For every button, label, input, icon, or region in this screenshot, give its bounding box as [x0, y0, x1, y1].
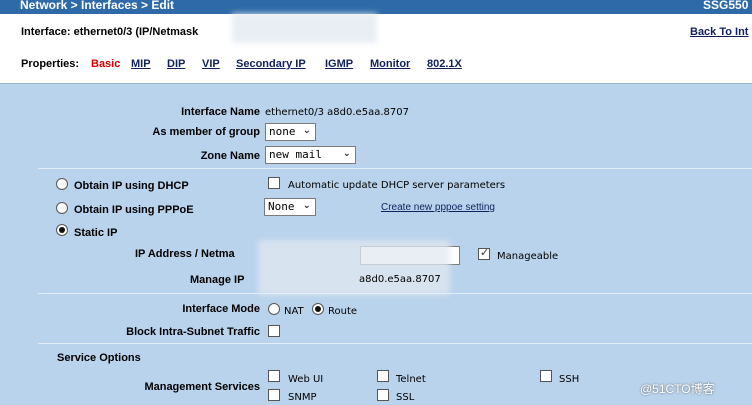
- member-group-select[interactable]: none ⌄: [265, 123, 316, 141]
- tab-secondary-ip[interactable]: Secondary IP: [236, 58, 306, 70]
- mode-nat-label: NAT: [284, 306, 304, 317]
- title-bar: Network > Interfaces > Edit SSG550: [0, 0, 752, 14]
- dhcp-auto-update-checkbox[interactable]: [268, 177, 280, 189]
- zone-name-value: new mail: [269, 148, 322, 161]
- watermark: @51CTO博客: [640, 382, 715, 396]
- tab-basic[interactable]: Basic: [91, 58, 120, 70]
- member-group-label: As member of group: [152, 126, 260, 138]
- manageable-checkbox[interactable]: [478, 246, 490, 260]
- properties-label: Properties:: [21, 58, 80, 70]
- tab-mip[interactable]: MIP: [131, 58, 151, 70]
- interface-name-value: ethernet0/3 a8d0.e5aa.8707: [265, 107, 409, 118]
- tab-vip[interactable]: VIP: [202, 58, 220, 70]
- mode-route-label: Route: [328, 306, 358, 317]
- chevron-down-icon: ⌄: [302, 125, 311, 136]
- zone-name-label: Zone Name: [200, 150, 260, 162]
- snmp-checkbox[interactable]: [268, 389, 280, 401]
- telnet-label: Telnet: [396, 374, 426, 385]
- management-services-label: Management Services: [144, 381, 260, 393]
- webui-label: Web UI: [288, 374, 324, 385]
- pppoe-value: None: [268, 200, 295, 213]
- webui-checkbox[interactable]: [268, 370, 280, 382]
- chevron-down-icon: ⌄: [302, 200, 311, 211]
- interface-title: Interface: ethernet0/3 (IP/Netmask: [21, 26, 199, 38]
- device-model: SSG550: [703, 0, 749, 12]
- section-divider: [38, 293, 752, 294]
- dhcp-label: Obtain IP using DHCP: [74, 180, 189, 192]
- breadcrumb: Network > Interfaces > Edit: [20, 0, 175, 12]
- tab-dip[interactable]: DIP: [167, 58, 185, 70]
- mode-route-radio[interactable]: [312, 303, 324, 315]
- manage-ip-label: Manage IP: [190, 274, 245, 286]
- tab-8021x[interactable]: 802.1X: [427, 58, 462, 70]
- interface-mode-label: Interface Mode: [182, 303, 260, 315]
- member-group-value: none: [269, 125, 296, 138]
- redacted-ip-mask: [232, 13, 377, 43]
- tab-igmp[interactable]: IGMP: [325, 58, 353, 70]
- static-ip-label: Static IP: [74, 227, 118, 239]
- ip-address-label: IP Address / Netma: [135, 248, 235, 260]
- section-divider: [38, 168, 752, 169]
- manage-ip-value: a8d0.e5aa.8707: [359, 274, 441, 285]
- ssh-checkbox[interactable]: [540, 370, 552, 382]
- tab-monitor[interactable]: Monitor: [370, 58, 410, 70]
- ssl-label: SSL: [396, 392, 415, 403]
- snmp-label: SNMP: [288, 392, 317, 403]
- mode-nat-radio[interactable]: [268, 303, 280, 315]
- dhcp-radio[interactable]: [56, 178, 68, 190]
- pppoe-radio[interactable]: [56, 202, 68, 214]
- manageable-label: Manageable: [497, 251, 559, 262]
- ssl-checkbox[interactable]: [377, 389, 389, 401]
- chevron-down-icon: ⌄: [342, 148, 351, 159]
- interface-name-label: Interface Name: [181, 106, 260, 118]
- zone-name-select[interactable]: new mail ⌄: [265, 146, 356, 164]
- block-intra-subnet-checkbox[interactable]: [268, 325, 280, 337]
- service-options-heading: Service Options: [57, 352, 141, 364]
- telnet-checkbox[interactable]: [377, 370, 389, 382]
- section-divider: [38, 343, 752, 344]
- create-pppoe-link[interactable]: Create new pppoe setting: [381, 202, 495, 213]
- pppoe-select[interactable]: None ⌄: [264, 198, 316, 216]
- ssh-label: SSH: [559, 374, 580, 385]
- redacted-ip-address: [258, 240, 450, 295]
- block-intra-subnet-label: Block Intra-Subnet Traffic: [126, 326, 260, 338]
- dhcp-auto-update-label: Automatic update DHCP server parameters: [288, 180, 506, 191]
- back-to-interfaces-link[interactable]: Back To Int: [690, 26, 748, 38]
- pppoe-label: Obtain IP using PPPoE: [74, 204, 194, 216]
- static-ip-radio[interactable]: [56, 224, 68, 236]
